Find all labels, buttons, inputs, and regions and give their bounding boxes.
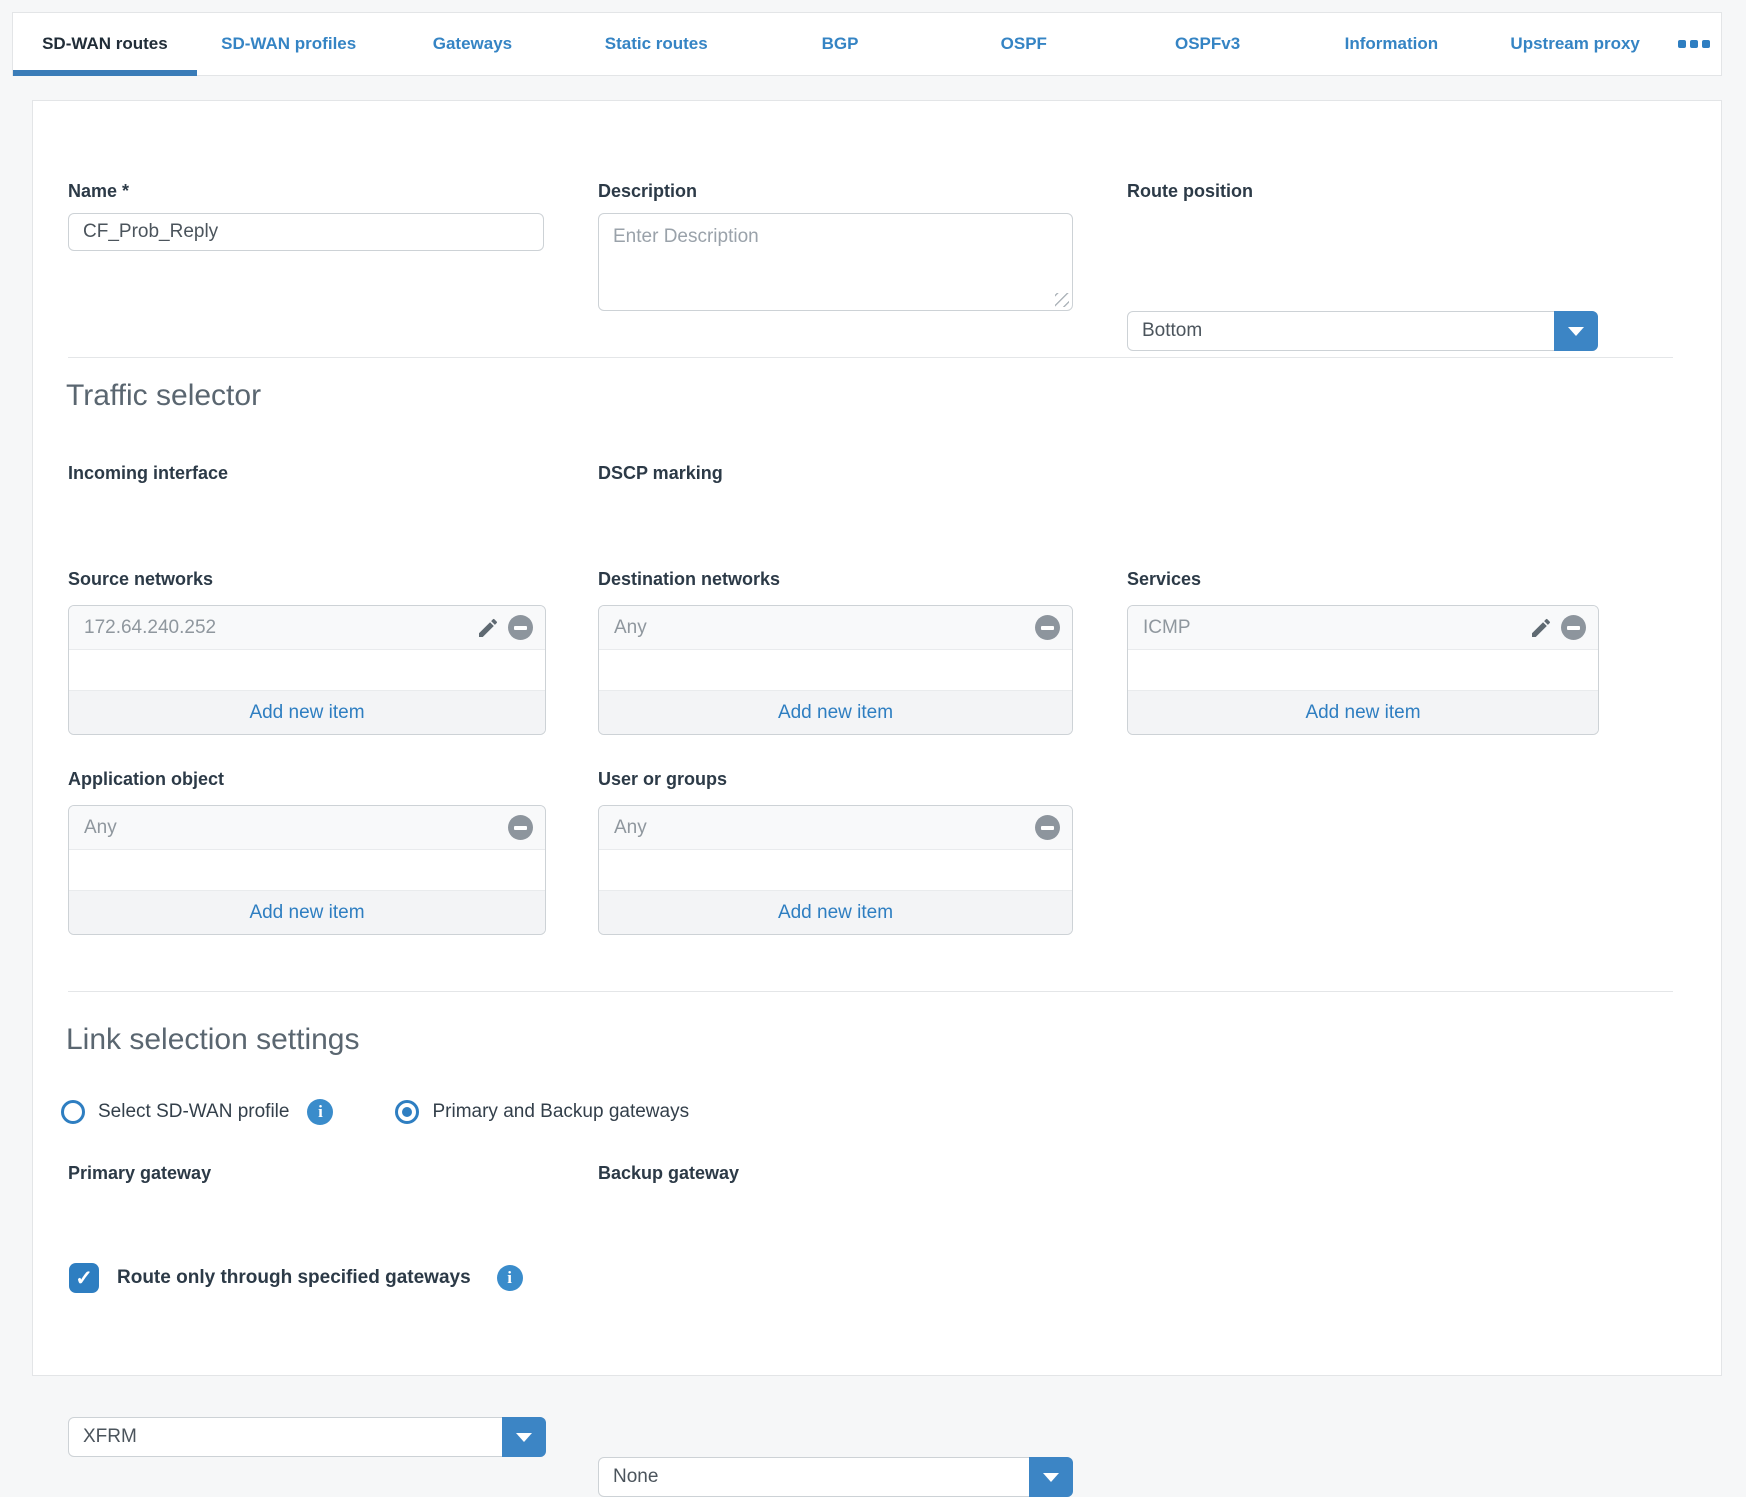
tab-sdwan-profiles[interactable]: SD-WAN profiles: [197, 13, 381, 75]
tab-ospf[interactable]: OSPF: [932, 13, 1116, 75]
edit-pencil-icon[interactable]: [1529, 616, 1553, 640]
name-label: Name *: [68, 181, 129, 202]
source-networks-label: Source networks: [68, 569, 213, 590]
remove-item-icon[interactable]: [508, 815, 533, 840]
list-item: 172.64.240.252: [69, 606, 545, 650]
route-position-value: Bottom: [1128, 320, 1597, 342]
remove-item-icon[interactable]: [1035, 615, 1060, 640]
more-tabs-ellipsis-icon[interactable]: [1667, 13, 1721, 75]
primary-gateway-value: XFRM: [69, 1426, 545, 1448]
chevron-down-icon: [516, 1433, 532, 1442]
tab-label: BGP: [822, 34, 859, 54]
name-input[interactable]: [68, 213, 544, 251]
tab-label: OSPFv3: [1175, 34, 1240, 54]
edit-pencil-icon[interactable]: [476, 616, 500, 640]
tab-information[interactable]: Information: [1299, 13, 1483, 75]
section-divider: [68, 991, 1673, 992]
backup-gateway-label: Backup gateway: [598, 1163, 739, 1184]
destination-networks-panel: Any Add new item: [598, 605, 1073, 735]
source-networks-add-button[interactable]: Add new item: [69, 690, 545, 734]
tab-label: Upstream proxy: [1510, 34, 1639, 54]
application-object-label: Application object: [68, 769, 224, 790]
route-position-label: Route position: [1127, 181, 1253, 202]
route-position-dropdown-button[interactable]: [1554, 311, 1598, 351]
services-add-button[interactable]: Add new item: [1128, 690, 1598, 734]
tab-ospfv3[interactable]: OSPFv3: [1116, 13, 1300, 75]
primary-gateway-dropdown-button[interactable]: [502, 1417, 546, 1457]
route-only-row: Route only through specified gateways: [69, 1263, 523, 1293]
radio-label: Primary and Backup gateways: [432, 1101, 689, 1123]
dscp-marking-label: DSCP marking: [598, 463, 723, 484]
section-divider: [68, 357, 1673, 358]
info-icon[interactable]: [307, 1099, 333, 1125]
remove-item-icon[interactable]: [508, 615, 533, 640]
chevron-down-icon: [1043, 1473, 1059, 1482]
list-item-text: ICMP: [1143, 617, 1529, 639]
info-icon[interactable]: [497, 1265, 523, 1291]
tab-bar: SD-WAN routes SD-WAN profiles Gateways S…: [12, 12, 1722, 76]
tab-gateways[interactable]: Gateways: [381, 13, 565, 75]
textarea-resize-grip-icon[interactable]: [1055, 293, 1069, 307]
list-item: Any: [69, 806, 545, 850]
route-position-select[interactable]: Bottom: [1127, 311, 1598, 351]
destination-networks-add-button[interactable]: Add new item: [599, 690, 1072, 734]
traffic-selector-heading: Traffic selector: [66, 379, 261, 413]
remove-item-icon[interactable]: [1561, 615, 1586, 640]
primary-gateway-select[interactable]: XFRM: [68, 1417, 546, 1457]
tab-sdwan-routes[interactable]: SD-WAN routes: [13, 13, 197, 75]
services-panel: ICMP Add new item: [1127, 605, 1599, 735]
panel-empty-area: [69, 650, 545, 690]
destination-networks-label: Destination networks: [598, 569, 780, 590]
application-object-panel: Any Add new item: [68, 805, 546, 935]
services-label: Services: [1127, 569, 1201, 590]
incoming-interface-label: Incoming interface: [68, 463, 228, 484]
primary-gateway-label: Primary gateway: [68, 1163, 211, 1184]
source-networks-panel: 172.64.240.252 Add new item: [68, 605, 546, 735]
user-or-groups-add-button[interactable]: Add new item: [599, 890, 1072, 934]
list-item-text: Any: [614, 817, 1035, 839]
backup-gateway-select[interactable]: None: [598, 1457, 1073, 1497]
active-tab-underline: [13, 70, 197, 76]
description-textarea[interactable]: [599, 214, 1072, 310]
list-item-text: Any: [614, 617, 1035, 639]
list-item: Any: [599, 806, 1072, 850]
tab-label: Information: [1345, 34, 1439, 54]
list-item-text: Any: [84, 817, 508, 839]
tab-static-routes[interactable]: Static routes: [564, 13, 748, 75]
panel-empty-area: [1128, 650, 1598, 690]
tab-label: SD-WAN profiles: [221, 34, 356, 54]
panel-empty-area: [599, 850, 1072, 890]
tab-label: SD-WAN routes: [42, 34, 168, 54]
application-object-add-button[interactable]: Add new item: [69, 890, 545, 934]
list-item: ICMP: [1128, 606, 1598, 650]
description-textarea-container: [598, 213, 1073, 311]
panel-empty-area: [69, 850, 545, 890]
tab-upstream-proxy[interactable]: Upstream proxy: [1483, 13, 1667, 75]
radio-select-sdwan-profile[interactable]: [61, 1100, 85, 1124]
user-or-groups-panel: Any Add new item: [598, 805, 1073, 935]
link-selection-heading: Link selection settings: [66, 1023, 360, 1057]
backup-gateway-dropdown-button[interactable]: [1029, 1457, 1073, 1497]
route-only-checkbox-label: Route only through specified gateways: [117, 1267, 471, 1289]
backup-gateway-value: None: [599, 1466, 1072, 1488]
tab-label: Gateways: [433, 34, 512, 54]
tab-label: Static routes: [605, 34, 708, 54]
list-item: Any: [599, 606, 1072, 650]
radio-primary-backup-gateways[interactable]: [395, 1100, 419, 1124]
route-only-checkbox[interactable]: [69, 1263, 99, 1293]
chevron-down-icon: [1568, 327, 1584, 336]
list-item-text: 172.64.240.252: [84, 617, 476, 639]
panel-empty-area: [599, 650, 1072, 690]
link-selection-radio-group: Select SD-WAN profile Primary and Backup…: [61, 1099, 689, 1125]
radio-label: Select SD-WAN profile: [98, 1101, 289, 1123]
tab-bgp[interactable]: BGP: [748, 13, 932, 75]
remove-item-icon[interactable]: [1035, 815, 1060, 840]
user-or-groups-label: User or groups: [598, 769, 727, 790]
sdwan-route-form-card: Name * Description Route position Bottom…: [32, 100, 1722, 1376]
description-label: Description: [598, 181, 697, 202]
tab-label: OSPF: [1001, 34, 1047, 54]
